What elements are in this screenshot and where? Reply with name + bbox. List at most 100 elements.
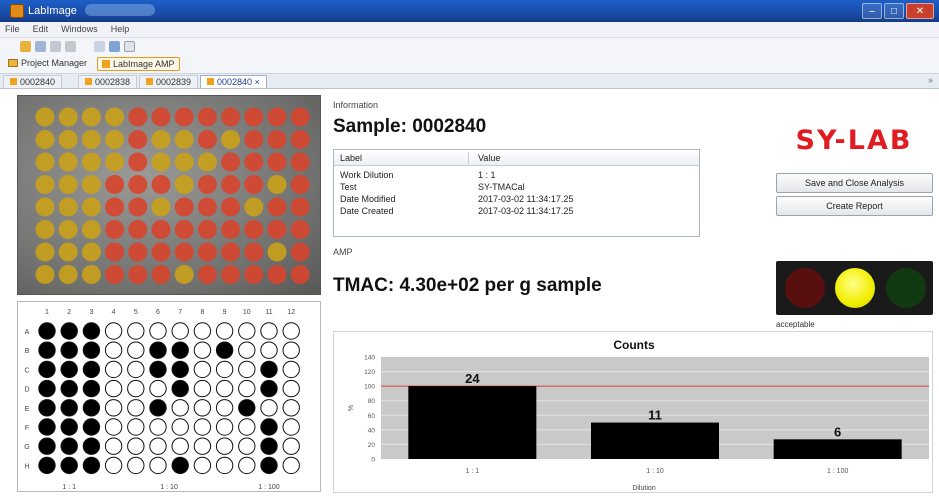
traffic-light	[776, 261, 933, 315]
photo-well	[128, 220, 148, 239]
export-icon[interactable]	[94, 41, 105, 52]
empty-well	[149, 379, 167, 398]
tab-0002838[interactable]: 0002838	[78, 75, 138, 88]
empty-well	[193, 418, 212, 436]
photo-well	[58, 242, 78, 262]
tab-0002839[interactable]: 0002839	[139, 75, 199, 88]
project-manager-button[interactable]: Project Manager	[4, 57, 91, 71]
photo-well	[221, 265, 241, 284]
photo-well	[105, 265, 125, 284]
empty-well	[238, 341, 256, 359]
maximize-button[interactable]: □	[884, 3, 904, 19]
empty-well	[127, 360, 145, 379]
menu-file[interactable]: File	[0, 22, 25, 34]
empty-well	[104, 360, 123, 379]
photo-well	[128, 130, 148, 149]
minimize-button[interactable]: –	[862, 3, 882, 19]
menu-edit[interactable]: Edit	[28, 22, 54, 34]
filled-well	[38, 379, 56, 398]
empty-well	[215, 418, 234, 436]
menu-windows[interactable]: Windows	[56, 22, 103, 34]
filled-well	[260, 379, 278, 398]
column-label: 8	[200, 309, 204, 316]
photo-well	[35, 130, 55, 149]
photo-well	[35, 197, 55, 217]
labimage-amp-button[interactable]: LabImage AMP	[97, 57, 180, 71]
column-header-value[interactable]: Value	[478, 153, 500, 163]
filled-well	[38, 341, 56, 359]
photo-well	[221, 130, 241, 149]
photo-well	[35, 175, 55, 194]
tab-bar: 0002840 0002838 0002839 0002840 × »	[0, 74, 939, 89]
tab-0002840-active[interactable]: 0002840 ×	[200, 75, 267, 88]
filled-well	[82, 322, 101, 340]
tab-0002840[interactable]: 0002840	[3, 75, 63, 88]
photo-well	[151, 130, 171, 149]
green-light-icon	[886, 268, 926, 308]
photo-well	[58, 107, 78, 127]
photo-well	[128, 175, 148, 194]
y-tick-label: 20	[368, 442, 376, 449]
filled-well	[38, 322, 56, 340]
photo-well	[267, 197, 287, 217]
column-label: 1	[45, 309, 49, 316]
document-icon[interactable]	[124, 41, 135, 52]
title-bar: LabImage – □ ✕	[0, 0, 939, 22]
empty-well	[282, 437, 300, 455]
empty-well	[149, 456, 167, 475]
photo-well	[174, 265, 194, 284]
photo-well	[105, 107, 125, 127]
chart-title: Counts	[613, 338, 655, 352]
bar	[773, 439, 902, 459]
open-icon[interactable]	[20, 41, 31, 52]
empty-well	[215, 379, 234, 398]
photo-well	[290, 107, 310, 127]
menu-help[interactable]: Help	[106, 22, 135, 34]
photo-well	[35, 152, 55, 172]
photo-well	[197, 175, 217, 194]
tmac-result: TMAC: 4.30e+02 per g sample	[333, 275, 602, 296]
photo-well	[290, 220, 310, 239]
undo-icon[interactable]	[50, 41, 61, 52]
column-label: 2	[67, 309, 71, 316]
plate-photo-wells	[35, 107, 310, 284]
y-tick-label: 120	[364, 369, 375, 376]
tab-overflow-icon[interactable]: »	[928, 75, 933, 85]
row-label: D	[24, 387, 29, 394]
empty-well	[215, 322, 234, 340]
counts-chart-panel: Counts 0 20 40 60 80 100 120 140% 24 1 : 1 11 1 : 10…	[333, 331, 933, 493]
photo-well	[197, 197, 217, 217]
row-label: A	[25, 329, 30, 336]
save-and-close-button[interactable]: Save and Close Analysis	[776, 173, 933, 193]
photo-well	[290, 130, 310, 149]
column-label: 12	[287, 309, 295, 316]
photo-well	[81, 242, 101, 262]
close-tab-icon[interactable]: ×	[255, 77, 260, 87]
dilution-label: 1 : 10	[160, 484, 178, 491]
photo-well	[197, 107, 217, 127]
filled-well	[260, 360, 278, 379]
empty-well	[104, 399, 123, 417]
row-label: Date Modified	[340, 194, 396, 204]
amp-icon	[102, 60, 110, 68]
photo-well	[81, 152, 101, 172]
close-button[interactable]: ✕	[906, 3, 934, 19]
y-tick-label: 0	[371, 457, 375, 464]
column-label: 4	[112, 309, 116, 316]
empty-well	[238, 322, 256, 340]
column-label: 5	[134, 309, 138, 316]
amp-heading: AMP	[333, 247, 353, 257]
column-header-label[interactable]: Label	[340, 153, 362, 163]
empty-well	[104, 379, 123, 398]
empty-well	[171, 322, 189, 340]
photo-well	[58, 220, 78, 239]
redo-icon[interactable]	[65, 41, 76, 52]
filled-well	[171, 341, 189, 359]
create-report-button[interactable]: Create Report	[776, 196, 933, 216]
save-icon[interactable]	[35, 41, 46, 52]
photo-well	[290, 197, 310, 217]
empty-well	[193, 399, 212, 417]
print-icon[interactable]	[109, 41, 120, 52]
empty-well	[215, 360, 234, 379]
y-tick-label: 100	[364, 384, 375, 391]
